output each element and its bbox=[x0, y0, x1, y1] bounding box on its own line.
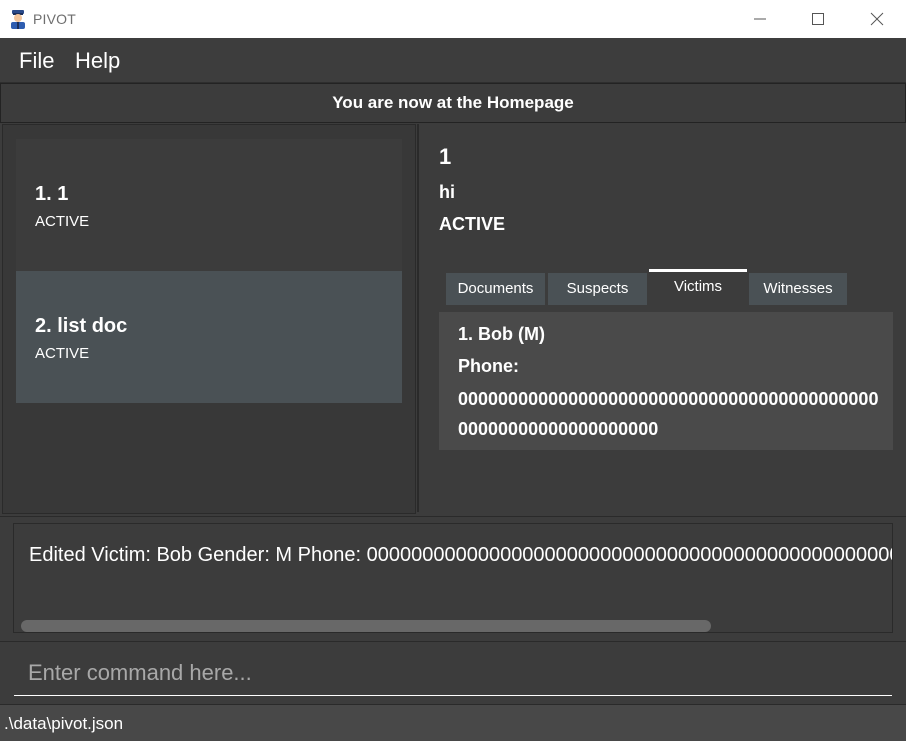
menu-bar: File Help bbox=[0, 38, 906, 83]
status-file-path: .\data\pivot.json bbox=[4, 714, 124, 733]
victim-list-item[interactable]: 1. Bob (M) Phone: 0000000000000000000000… bbox=[439, 312, 893, 450]
tab-witnesses[interactable]: Witnesses bbox=[749, 273, 847, 305]
victim-phone-label: Phone: bbox=[458, 356, 519, 376]
case-list-item[interactable]: 1. 1 ACTIVE bbox=[16, 139, 402, 271]
menu-help[interactable]: Help bbox=[75, 48, 120, 74]
minimize-icon bbox=[754, 18, 766, 20]
case-status: ACTIVE bbox=[35, 213, 90, 230]
tab-documents[interactable]: Documents bbox=[446, 273, 545, 305]
close-button[interactable] bbox=[848, 0, 906, 38]
result-display-area: Edited Victim: Bob Gender: M Phone: 0000… bbox=[0, 516, 906, 639]
case-detail-tabs: Documents Suspects Victims Witnesses bbox=[446, 269, 866, 305]
page-header: You are now at the Homepage bbox=[0, 83, 906, 123]
result-text: Edited Victim: Bob Gender: M Phone: 0000… bbox=[29, 544, 892, 566]
case-detail-status: ACTIVE bbox=[439, 214, 506, 234]
maximize-button[interactable] bbox=[789, 0, 847, 38]
command-box-area bbox=[0, 641, 906, 704]
horizontal-scrollbar[interactable] bbox=[20, 620, 886, 632]
scrollbar-thumb[interactable] bbox=[21, 620, 711, 632]
case-detail-title: 1 bbox=[439, 144, 452, 169]
minimize-button[interactable] bbox=[731, 0, 789, 38]
case-list-item-selected[interactable]: 2. list doc ACTIVE bbox=[16, 271, 402, 403]
close-icon bbox=[870, 12, 884, 26]
status-bar: .\data\pivot.json bbox=[0, 704, 906, 741]
case-list-panel: 1. 1 ACTIVE 2. list doc ACTIVE bbox=[2, 124, 416, 514]
police-officer-icon bbox=[8, 9, 28, 29]
case-detail-panel: 1 hi ACTIVE Documents Suspects Victims W… bbox=[417, 124, 906, 512]
case-detail-description: hi bbox=[439, 182, 455, 202]
case-title: 2. list doc bbox=[35, 315, 128, 337]
case-title: 1. 1 bbox=[35, 183, 69, 205]
menu-file[interactable]: File bbox=[19, 48, 54, 74]
tab-suspects[interactable]: Suspects bbox=[548, 273, 647, 305]
title-bar: PIVOT bbox=[0, 0, 906, 38]
command-input[interactable] bbox=[14, 650, 892, 696]
victim-name: 1. Bob (M) bbox=[458, 324, 545, 344]
result-display[interactable]: Edited Victim: Bob Gender: M Phone: 0000… bbox=[13, 523, 893, 633]
maximize-icon bbox=[812, 13, 824, 25]
victim-phone-value: 0000000000000000000000000000000000000000… bbox=[458, 389, 879, 439]
app-window: PIVOT File Help You are now at the Homep… bbox=[0, 0, 906, 741]
window-title: PIVOT bbox=[33, 11, 77, 27]
case-status: ACTIVE bbox=[35, 345, 90, 362]
tab-victims[interactable]: Victims bbox=[649, 269, 747, 305]
